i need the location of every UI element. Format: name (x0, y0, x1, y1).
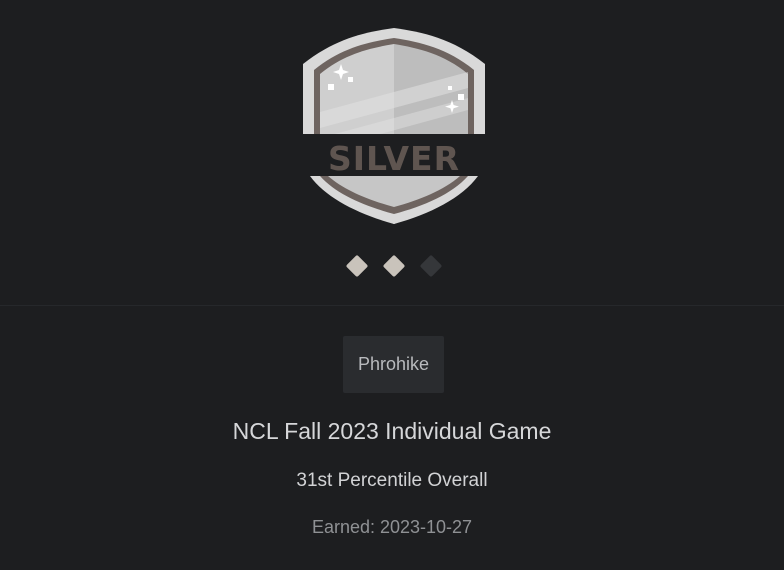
rating-diamond-empty-icon (420, 255, 442, 277)
achievement-info: Phrohike NCL Fall 2023 Individual Game 3… (0, 306, 784, 570)
badge-section: SILVER (0, 0, 784, 306)
rating-indicator (346, 255, 442, 277)
earned-date: Earned: 2023-10-27 (311, 517, 473, 537)
percentile-text: 31st Percentile Overall (296, 470, 488, 491)
badge-tier-label: SILVER (328, 139, 460, 178)
username-chip[interactable]: Phrohike (343, 336, 444, 393)
game-title: NCL Fall 2023 Individual Game (232, 418, 552, 444)
rating-diamond-filled-icon (383, 255, 405, 277)
silver-shield-badge-icon: SILVER (302, 28, 486, 224)
achievement-card: SILVER Phrohike NCL Fall 2023 Individual… (0, 0, 784, 570)
rating-diamond-filled-icon (346, 255, 368, 277)
